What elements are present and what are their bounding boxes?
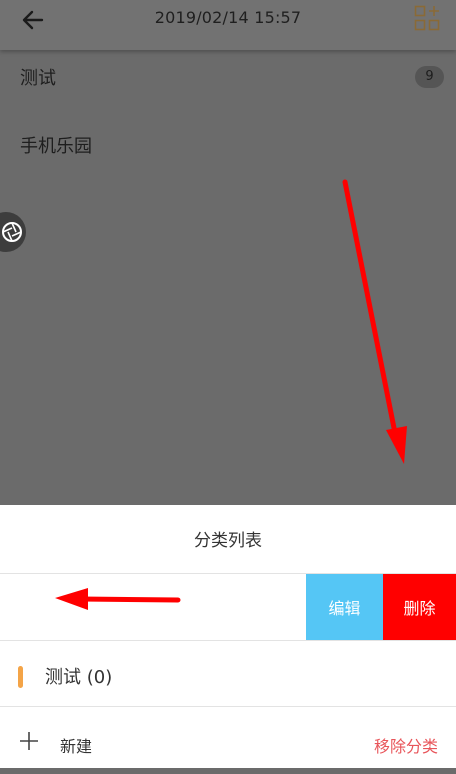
category-color-marker — [18, 666, 23, 688]
floating-button[interactable] — [0, 212, 26, 252]
shutter-icon — [2, 222, 22, 242]
grid-add-icon — [414, 5, 440, 31]
annotation-arrow-down — [342, 179, 407, 464]
list-item-label: 手机乐园 — [20, 136, 92, 157]
count-badge: 9 — [415, 66, 444, 88]
divider — [0, 706, 456, 707]
delete-button[interactable]: 删除 — [383, 574, 456, 640]
category-sheet: 分类列表 ) 编辑 删除 测试 (0) 新建 移除分类 — [0, 505, 456, 768]
edit-button[interactable]: 编辑 — [306, 574, 383, 640]
sheet-footer: 新建 移除分类 — [0, 708, 456, 774]
app-header: 2019/02/14 15:57 — [0, 0, 456, 50]
category-label: 测试 (0) — [45, 667, 113, 688]
sheet-title: 分类列表 — [194, 531, 262, 551]
add-category-button[interactable] — [414, 5, 440, 31]
page-title: 2019/02/14 15:57 — [154, 8, 302, 27]
remove-category-button[interactable]: 移除分类 — [374, 733, 438, 757]
plus-icon — [20, 732, 38, 750]
category-row[interactable]: 测试 (0) — [0, 641, 456, 707]
list-item[interactable]: 测试 9 — [0, 48, 456, 112]
new-label: 新建 — [60, 737, 93, 756]
row-content[interactable]: ) — [0, 574, 306, 640]
list-item[interactable]: 手机乐园 — [0, 116, 456, 180]
swiped-category-row[interactable]: ) 编辑 删除 — [0, 574, 456, 640]
list-item-label: 测试 — [20, 68, 56, 89]
